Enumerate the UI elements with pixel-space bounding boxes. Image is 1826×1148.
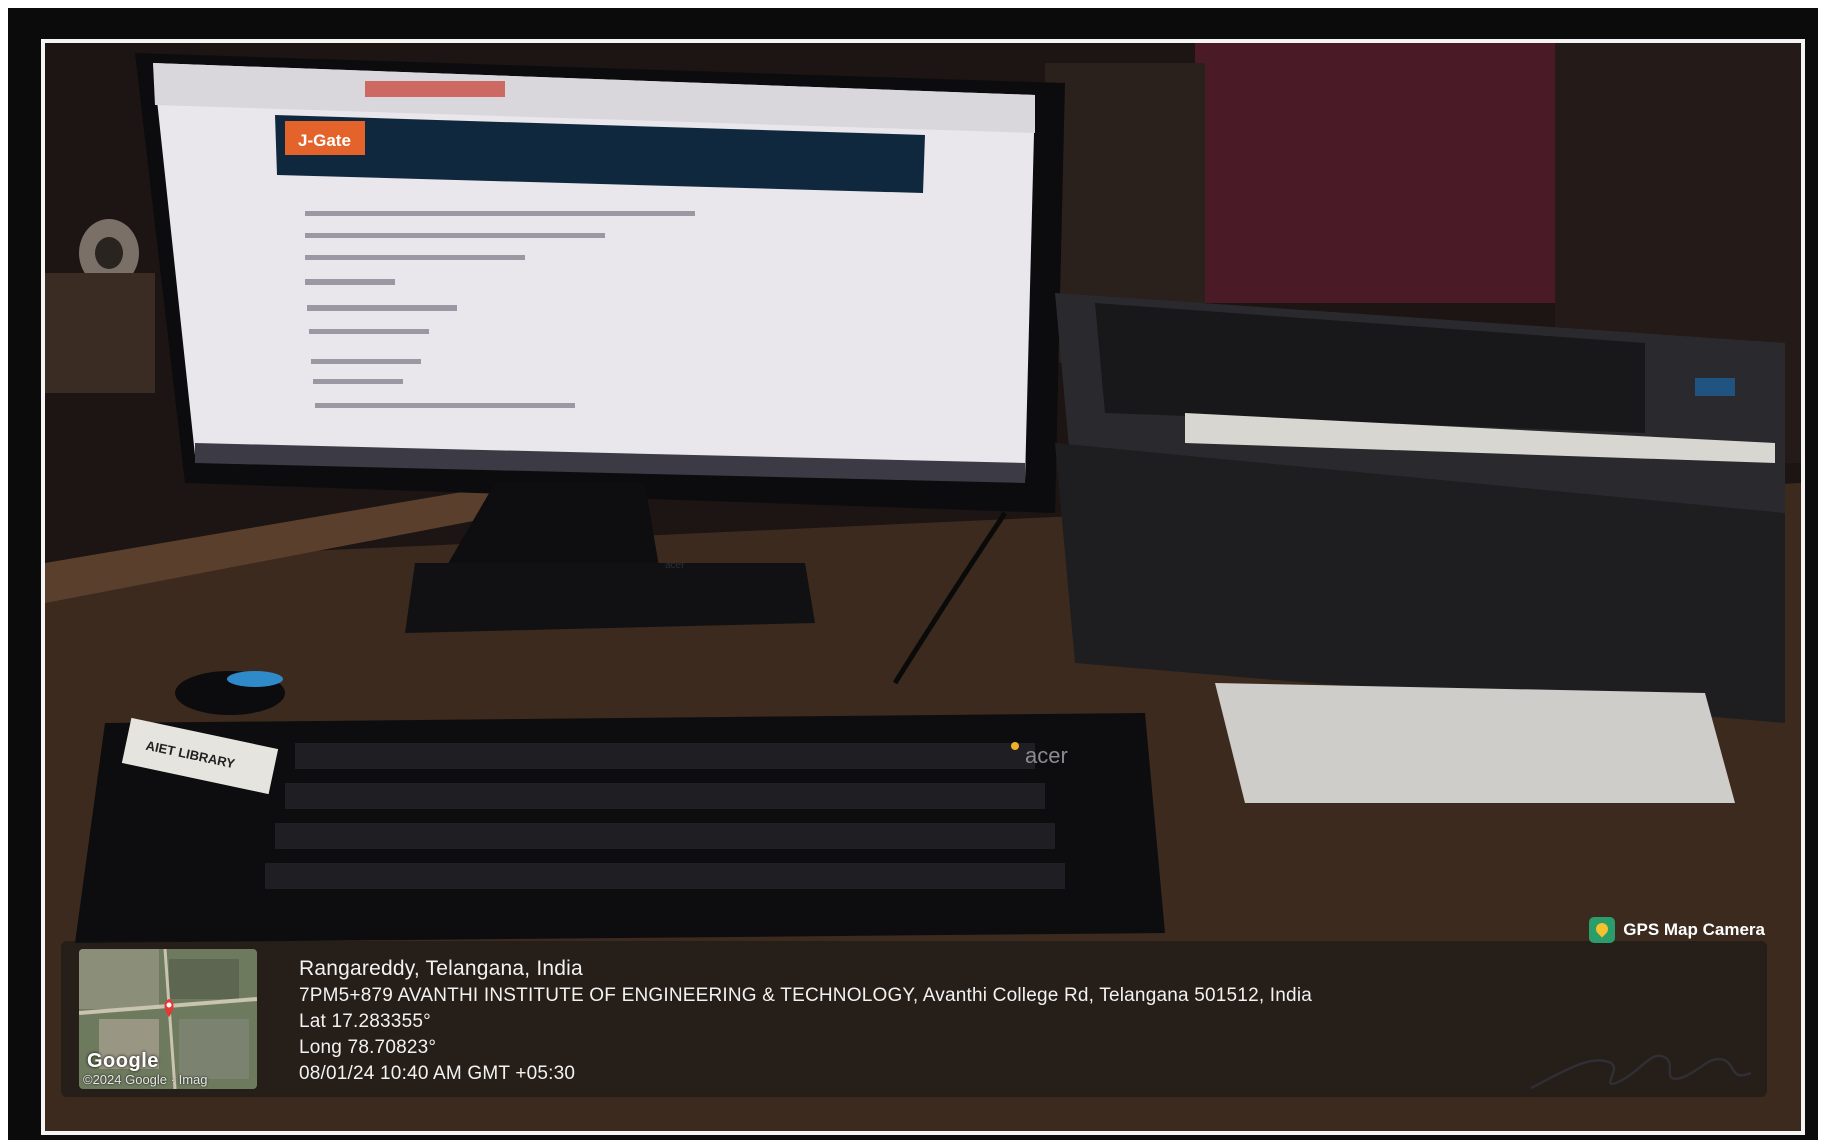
map-logo: Google xyxy=(87,1050,159,1072)
timestamp: 08/01/24 10:40 AM GMT +05:30 xyxy=(299,1063,576,1084)
maroon-wall-panel xyxy=(1195,43,1555,303)
location-details: Rangareddy, Telangana, India 7PM5+879 AV… xyxy=(299,955,1312,1087)
map-copyright: ©2024 Google · Imag xyxy=(83,1072,208,1087)
latitude: Lat 17.283355° xyxy=(299,1011,431,1032)
browser-tab xyxy=(365,81,505,97)
mouse-accent xyxy=(227,671,283,687)
map-thumbnail: Google ©2024 Google · Imag xyxy=(79,949,257,1089)
location-address: 7PM5+879 AVANTHI INSTITUTE OF ENGINEERIN… xyxy=(299,985,1313,1006)
monitor-base xyxy=(405,563,815,633)
printer-button xyxy=(1695,378,1735,396)
gps-camera-app-icon xyxy=(1589,917,1616,943)
keyboard-brand: acer xyxy=(1025,743,1068,768)
photo-frame: J-Gate acer acer AIET LIBRARY Google ©20… xyxy=(8,8,1818,1140)
longitude: Long 78.70823° xyxy=(299,1037,437,1058)
photo-border: J-Gate acer acer AIET LIBRARY Google ©20… xyxy=(41,39,1805,1135)
handwritten-signature xyxy=(1530,1054,1752,1090)
keyboard-led xyxy=(1011,742,1019,750)
location-place: Rangareddy, Telangana, India xyxy=(299,957,583,980)
printer-paper-tray xyxy=(1215,683,1735,803)
gps-camera-app-name: GPS Map Camera xyxy=(1623,920,1765,939)
jgate-logo-text: J-Gate xyxy=(298,131,351,150)
monitor-brand: acer xyxy=(665,560,685,571)
left-box xyxy=(45,273,155,393)
gps-camera-brand: GPS Map Camera xyxy=(1589,917,1765,943)
